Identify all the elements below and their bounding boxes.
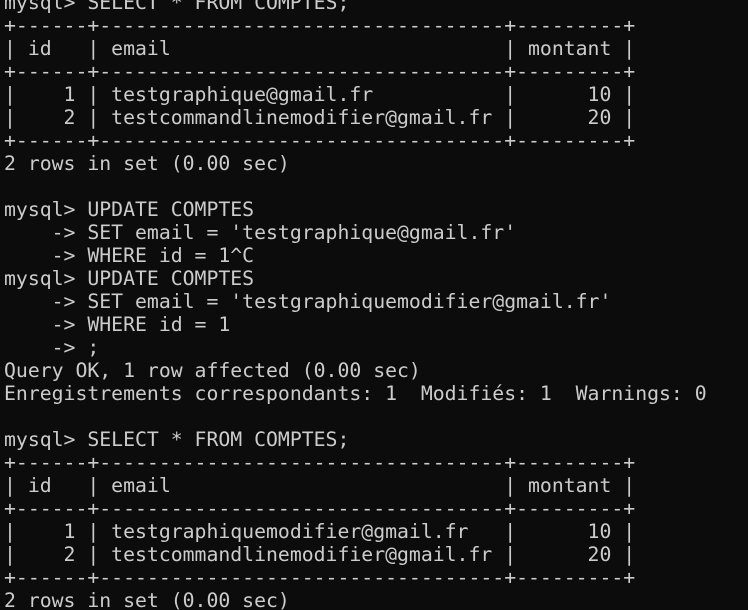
terminal-line-8: 2 rows in set (0.00 sec) [4, 152, 290, 175]
terminal-line-22: | id | email | montant | [4, 474, 636, 497]
terminal-line-19 [4, 405, 748, 428]
terminal-line-25: | 2 | testcommandlinemodifier@gmail.fr |… [4, 543, 636, 566]
terminal-line-6: | 2 | testcommandlinemodifier@gmail.fr |… [4, 106, 636, 129]
terminal-line-5: | 1 | testgraphique@gmail.fr | 10 | [4, 83, 636, 106]
terminal-line-26: +------+--------------------------------… [4, 566, 636, 589]
terminal-line-10: mysql> UPDATE COMPTES [4, 198, 255, 221]
terminal-line-16: -> ; [4, 336, 100, 359]
terminal-line-15: -> WHERE id = 1 [4, 313, 231, 336]
terminal-line-4: +------+--------------------------------… [4, 60, 636, 83]
terminal-line-17: Query OK, 1 row affected (0.00 sec) [4, 359, 421, 382]
terminal-line-3: | id | email | montant | [4, 37, 636, 60]
terminal-line-14: -> SET email = 'testgraphiquemodifier@gm… [4, 290, 612, 313]
terminal-line-27: 2 rows in set (0.00 sec) [4, 589, 290, 610]
terminal-line-1: mysql> SELECT * FROM COMPTES; [4, 0, 350, 14]
terminal-line-21: +------+--------------------------------… [4, 451, 636, 474]
terminal-line-20: mysql> SELECT * FROM COMPTES; [4, 428, 350, 451]
terminal-line-11: -> SET email = 'testgraphique@gmail.fr' [4, 221, 517, 244]
terminal-line-23: +------+--------------------------------… [4, 497, 636, 520]
terminal-line-12: -> WHERE id = 1^C [4, 244, 255, 267]
terminal-line-7: +------+--------------------------------… [4, 129, 636, 152]
terminal-line-24: | 1 | testgraphiquemodifier@gmail.fr | 1… [4, 520, 636, 543]
terminal-window[interactable]: mysql> SELECT * FROM COMPTES; +------+--… [4, 0, 748, 610]
terminal-line-13: mysql> UPDATE COMPTES [4, 267, 255, 290]
terminal-line-18: Enregistrements correspondants: 1 Modifi… [4, 382, 707, 405]
terminal-line-9 [4, 175, 748, 198]
terminal-line-2: +------+--------------------------------… [4, 14, 636, 37]
